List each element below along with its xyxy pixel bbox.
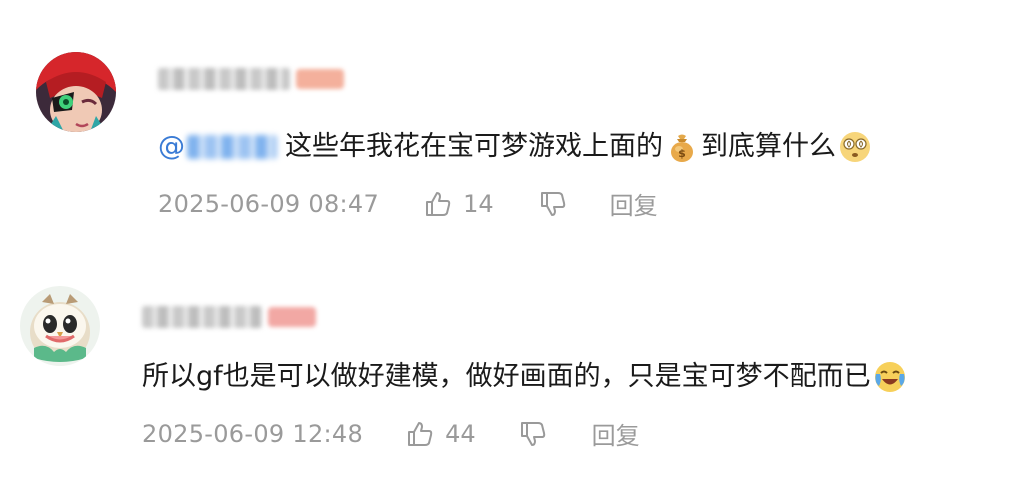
svg-text:$: $ <box>678 147 686 160</box>
thumbs-down-icon <box>540 191 565 216</box>
thumbs-up-icon <box>408 421 433 446</box>
thumbs-down-icon <box>520 421 545 446</box>
mention-at: @ <box>158 131 185 162</box>
user-badge <box>296 69 344 89</box>
comment-body: 这些年我花在宝可梦游戏上面的 <box>285 131 663 162</box>
reply-button[interactable]: 回复 <box>610 186 658 221</box>
avatar[interactable] <box>36 52 116 132</box>
reply-button[interactable]: 回复 <box>592 416 640 451</box>
comment-item: 所以gf也是可以做好建模，做好画面的，只是宝可梦不配而已 2025-06-09 … <box>0 240 1027 486</box>
dislike-button[interactable] <box>518 419 548 449</box>
mention-username-blur <box>187 135 277 159</box>
avatar[interactable] <box>20 286 100 366</box>
comment-meta: 2025-06-09 08:47 14 回复 <box>158 186 658 221</box>
like-count: 44 <box>445 419 476 448</box>
username-redacted[interactable] <box>142 304 316 330</box>
money-bag-icon: $ <box>665 130 699 164</box>
laughing-crying-face-icon <box>873 360 907 394</box>
like-count: 14 <box>463 189 494 218</box>
comment-item: @ 这些年我花在宝可梦游戏上面的 $ 到底算什么 2025-06-09 08:4… <box>0 0 1027 240</box>
username-blur <box>158 68 290 90</box>
username-blur <box>142 306 262 328</box>
dislike-button[interactable] <box>538 189 568 219</box>
user-badge <box>268 307 316 327</box>
mention-link[interactable]: @ <box>158 128 277 166</box>
thumbs-up-icon <box>426 191 451 216</box>
timestamp: 2025-06-09 12:48 <box>142 419 364 448</box>
timestamp: 2025-06-09 08:47 <box>158 189 380 218</box>
like-button[interactable]: 44 <box>405 419 476 449</box>
comment-meta: 2025-06-09 12:48 44 回复 <box>142 416 640 451</box>
comment-body: 所以gf也是可以做好建模，做好画面的，只是宝可梦不配而已 <box>142 361 871 392</box>
comment-text: 所以gf也是可以做好建模，做好画面的，只是宝可梦不配而已 <box>142 358 909 396</box>
like-button[interactable]: 14 <box>423 189 494 219</box>
comment-body-tail: 到底算什么 <box>701 131 836 162</box>
username-redacted[interactable] <box>158 66 344 92</box>
dizzy-face-icon <box>838 130 872 164</box>
comment-text: @ 这些年我花在宝可梦游戏上面的 $ 到底算什么 <box>158 128 874 166</box>
